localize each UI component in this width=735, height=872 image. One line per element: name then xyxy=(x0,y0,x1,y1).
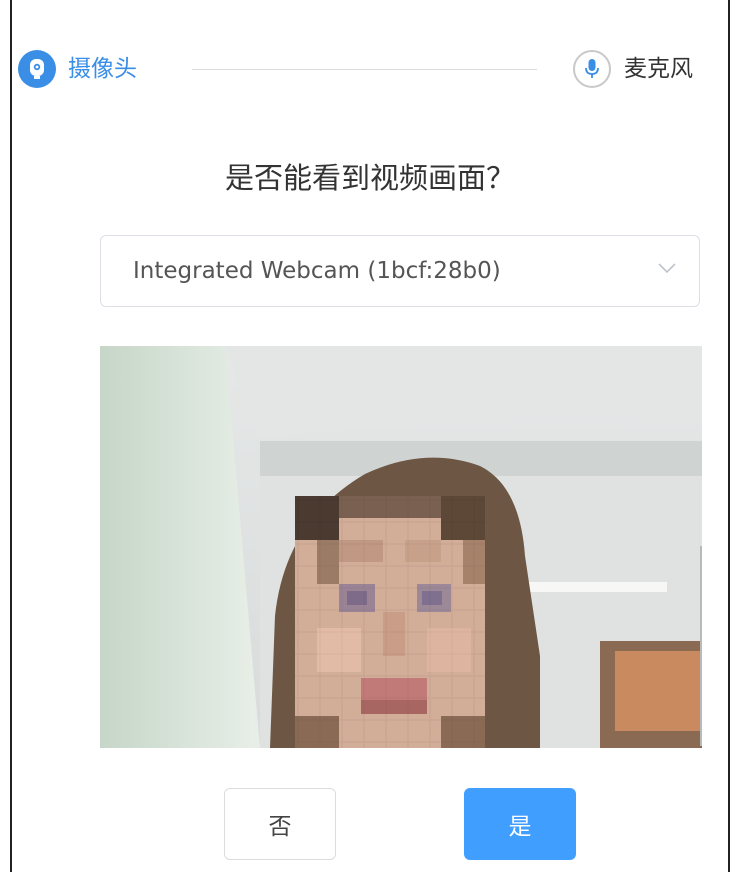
no-button[interactable]: 否 xyxy=(224,788,336,860)
camera-preview xyxy=(100,346,702,748)
step-microphone-label: 麦克风 xyxy=(624,56,693,82)
device-steps: 摄像头 麦克风 xyxy=(12,44,728,94)
microphone-icon xyxy=(573,50,611,88)
camera-device-select[interactable]: Integrated Webcam (1bcf:28b0) xyxy=(100,235,700,307)
step-connector xyxy=(192,69,537,70)
chevron-down-icon xyxy=(658,263,676,274)
camera-check-dialog: 摄像头 麦克风 是否能看到视频画面？ Integrated Webcam (1b… xyxy=(10,0,730,872)
step-camera-label: 摄像头 xyxy=(68,56,137,82)
camera-device-value: Integrated Webcam (1bcf:28b0) xyxy=(133,258,501,284)
camera-icon xyxy=(18,50,56,88)
yes-button[interactable]: 是 xyxy=(464,788,576,860)
video-question: 是否能看到视频画面？ xyxy=(224,161,515,195)
